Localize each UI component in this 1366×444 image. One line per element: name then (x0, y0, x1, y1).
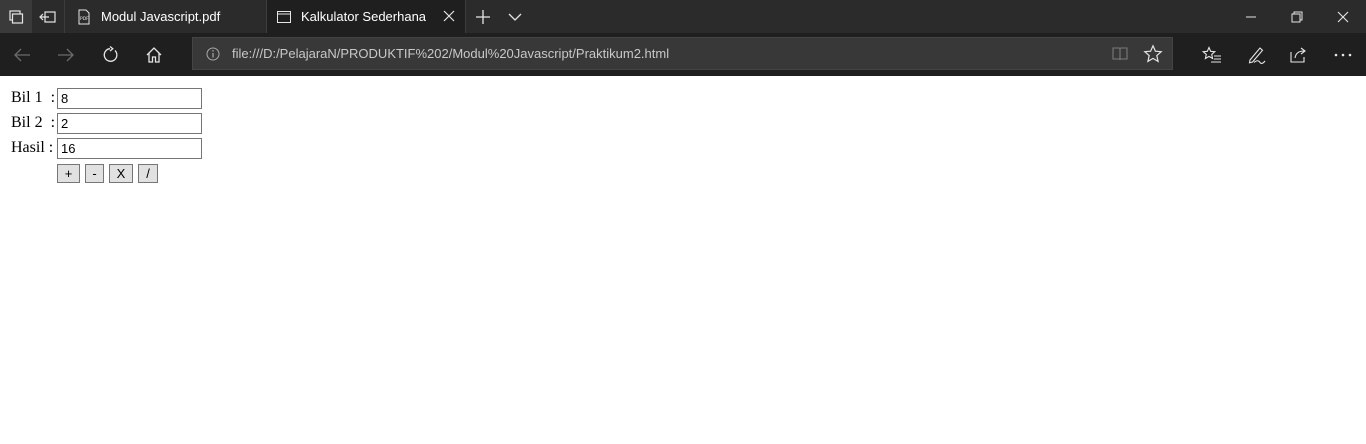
operator-buttons: + - X / (57, 164, 163, 183)
restore-button[interactable] (1274, 0, 1320, 33)
address-url[interactable]: file:///D:/PelajaraN/PRODUKTIF%202/Modul… (232, 38, 669, 69)
add-button[interactable]: + (57, 164, 80, 183)
plus-icon (476, 9, 490, 24)
tabs-aside-icon (9, 9, 24, 24)
bil1-label: Bil 1 : (11, 89, 56, 106)
set-tabs-aside-icon (39, 10, 56, 23)
new-tab-button[interactable] (466, 0, 500, 33)
page-content: Bil 1 : 8 Bil 2 : 2 Hasil : 16 + - X / (0, 76, 1366, 444)
tab-label: Kalkulator Sederhana (301, 9, 427, 24)
arrow-left-icon (14, 48, 30, 61)
more-icon (1334, 53, 1352, 56)
subtract-button[interactable]: - (85, 164, 104, 183)
share-icon (1290, 47, 1306, 63)
bil1-row: Bil 1 : 8 (11, 87, 202, 109)
close-tab-icon[interactable] (441, 8, 457, 24)
back-button[interactable] (0, 33, 44, 76)
info-icon[interactable] (205, 46, 221, 62)
minimize-icon (1246, 16, 1256, 17)
hasil-input[interactable]: 16 (57, 137, 202, 159)
svg-text:PDF: PDF (80, 16, 89, 22)
tab-preview-button[interactable] (500, 0, 530, 33)
pdf-icon: PDF (75, 8, 93, 26)
bil2-row: Bil 2 : 2 (11, 112, 202, 134)
home-button[interactable] (132, 33, 176, 76)
minimize-button[interactable] (1228, 0, 1274, 33)
bil2-input[interactable]: 2 (57, 112, 202, 134)
bil1-input[interactable]: 8 (57, 87, 202, 109)
bil2-label: Bil 2 : (11, 114, 56, 131)
restore-icon (1291, 11, 1303, 22)
settings-more-button[interactable] (1321, 33, 1365, 76)
tab-label: Modul Javascript.pdf (101, 9, 221, 24)
close-window-button[interactable] (1320, 0, 1366, 33)
hasil-label: Hasil : (11, 139, 54, 156)
home-icon (146, 46, 162, 63)
set-aside-tabs-button[interactable] (32, 0, 64, 33)
favorites-list-icon (1202, 45, 1221, 63)
page-icon (275, 8, 293, 26)
star-icon[interactable] (1143, 44, 1163, 64)
hasil-row: Hasil : 16 (11, 137, 202, 159)
navigation-bar: file:///D:/PelajaraN/PRODUKTIF%202/Modul… (0, 33, 1366, 76)
refresh-icon (103, 45, 118, 62)
arrow-right-icon (58, 48, 74, 61)
tab-modul-javascript[interactable]: PDF Modul Javascript.pdf (64, 0, 266, 33)
address-bar[interactable]: file:///D:/PelajaraN/PRODUKTIF%202/Modul… (192, 37, 1173, 70)
refresh-button[interactable] (88, 33, 132, 76)
reading-view-icon[interactable] (1111, 45, 1129, 63)
divide-button[interactable]: / (138, 164, 158, 183)
close-icon (1337, 11, 1349, 22)
favorites-hub-button[interactable] (1190, 33, 1234, 76)
tab-strip: PDF Modul Javascript.pdf Kalkulator Sede… (0, 0, 1366, 33)
tab-kalkulator-sederhana[interactable]: Kalkulator Sederhana (266, 0, 466, 33)
tab-actions-button[interactable] (0, 0, 32, 33)
pen-icon (1248, 46, 1266, 64)
multiply-button[interactable]: X (109, 164, 133, 183)
chevron-down-icon (508, 13, 522, 21)
forward-button[interactable] (44, 33, 88, 76)
add-notes-button[interactable] (1234, 33, 1278, 76)
share-button[interactable] (1277, 33, 1321, 76)
